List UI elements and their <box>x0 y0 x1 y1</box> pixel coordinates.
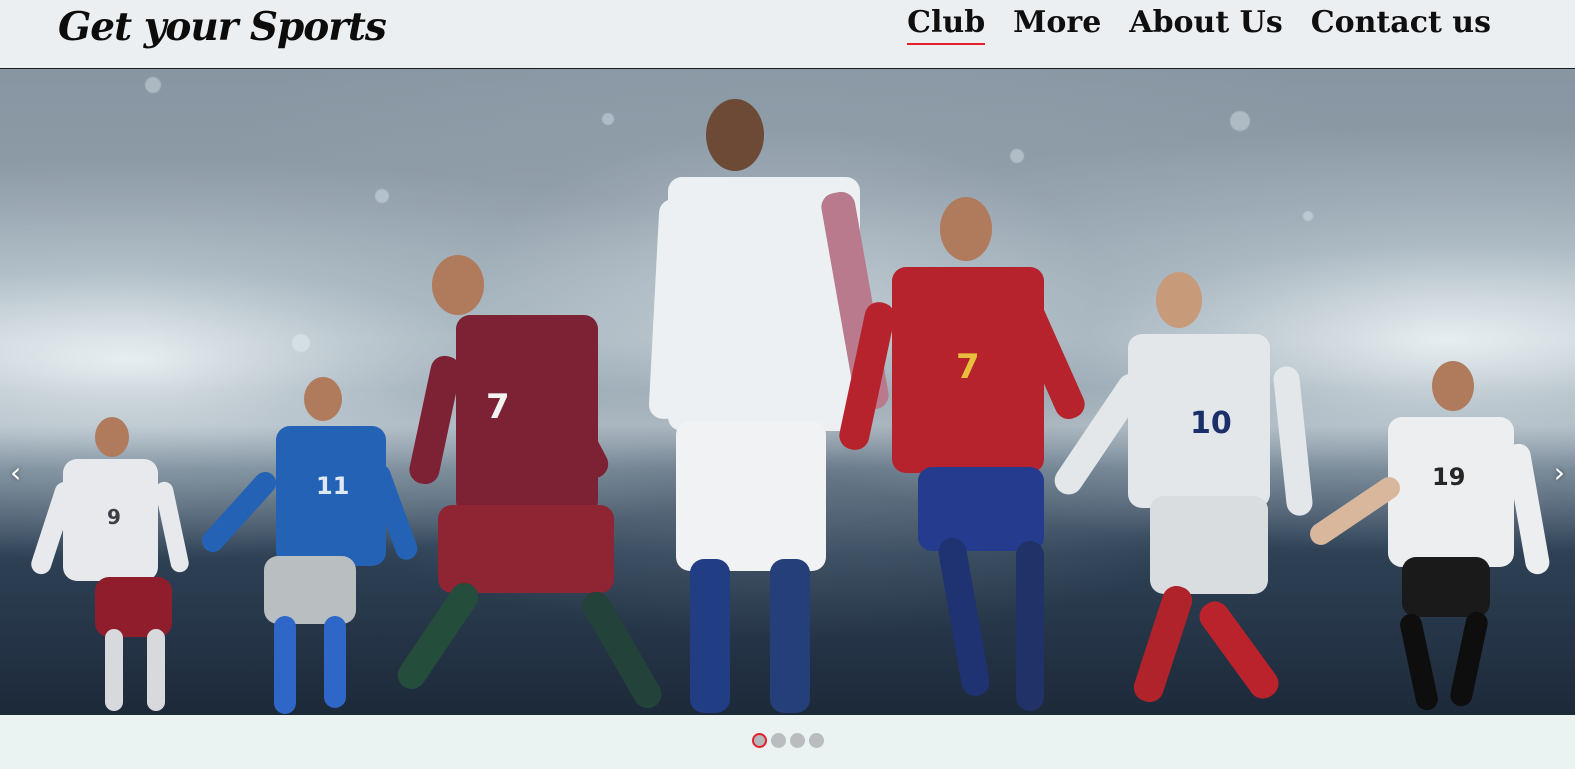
player-silhouette: 11 <box>197 374 421 715</box>
jersey-number: 7 <box>486 387 510 427</box>
carousel-indicator-4[interactable] <box>809 733 824 748</box>
nav-about-us[interactable]: About Us <box>1129 4 1282 42</box>
player-jersey <box>1388 417 1514 567</box>
bokeh-light <box>375 189 389 203</box>
carousel-prev-arrow[interactable]: ‹ <box>10 459 21 487</box>
brand-logo[interactable]: Get your Sports <box>58 4 387 50</box>
bokeh-light <box>292 334 310 352</box>
player-shorts <box>676 421 826 571</box>
jersey-number: 10 <box>1190 406 1232 441</box>
jersey-number: 19 <box>1432 463 1466 491</box>
player-silhouette: 7 <box>836 197 1090 715</box>
player-shorts <box>264 556 356 624</box>
bokeh-light <box>1010 149 1024 163</box>
player-silhouette: 9 <box>28 415 191 715</box>
nav-more[interactable]: More <box>1013 4 1101 42</box>
player-silhouette: 10 <box>1049 272 1314 715</box>
jersey-number: 11 <box>316 472 350 500</box>
player-shorts <box>438 505 614 593</box>
player-shorts <box>95 577 172 637</box>
bokeh-light <box>1230 111 1250 131</box>
top-navbar: Get your Sports Club More About Us Conta… <box>0 0 1575 69</box>
carousel-indicators <box>752 733 824 748</box>
player-silhouette: 19 <box>1305 361 1552 715</box>
hero-carousel[interactable]: 9 11 7 7 10 19 ‹ › <box>0 69 1575 715</box>
player-shorts <box>918 467 1044 551</box>
nav-club[interactable]: Club <box>907 4 986 45</box>
jersey-number: 9 <box>107 505 121 529</box>
bokeh-light <box>145 77 161 93</box>
carousel-indicator-3[interactable] <box>790 733 805 748</box>
main-nav: Club More About Us Contact us <box>907 0 1491 69</box>
jersey-number: 7 <box>956 347 980 387</box>
bokeh-light <box>602 113 614 125</box>
carousel-next-arrow[interactable]: › <box>1554 459 1565 487</box>
player-shorts <box>1402 557 1490 617</box>
nav-contact-us[interactable]: Contact us <box>1311 4 1491 42</box>
bokeh-light <box>1303 211 1313 221</box>
carousel-indicator-2[interactable] <box>771 733 786 748</box>
carousel-indicator-1[interactable] <box>752 733 767 748</box>
player-shorts <box>1150 496 1268 594</box>
